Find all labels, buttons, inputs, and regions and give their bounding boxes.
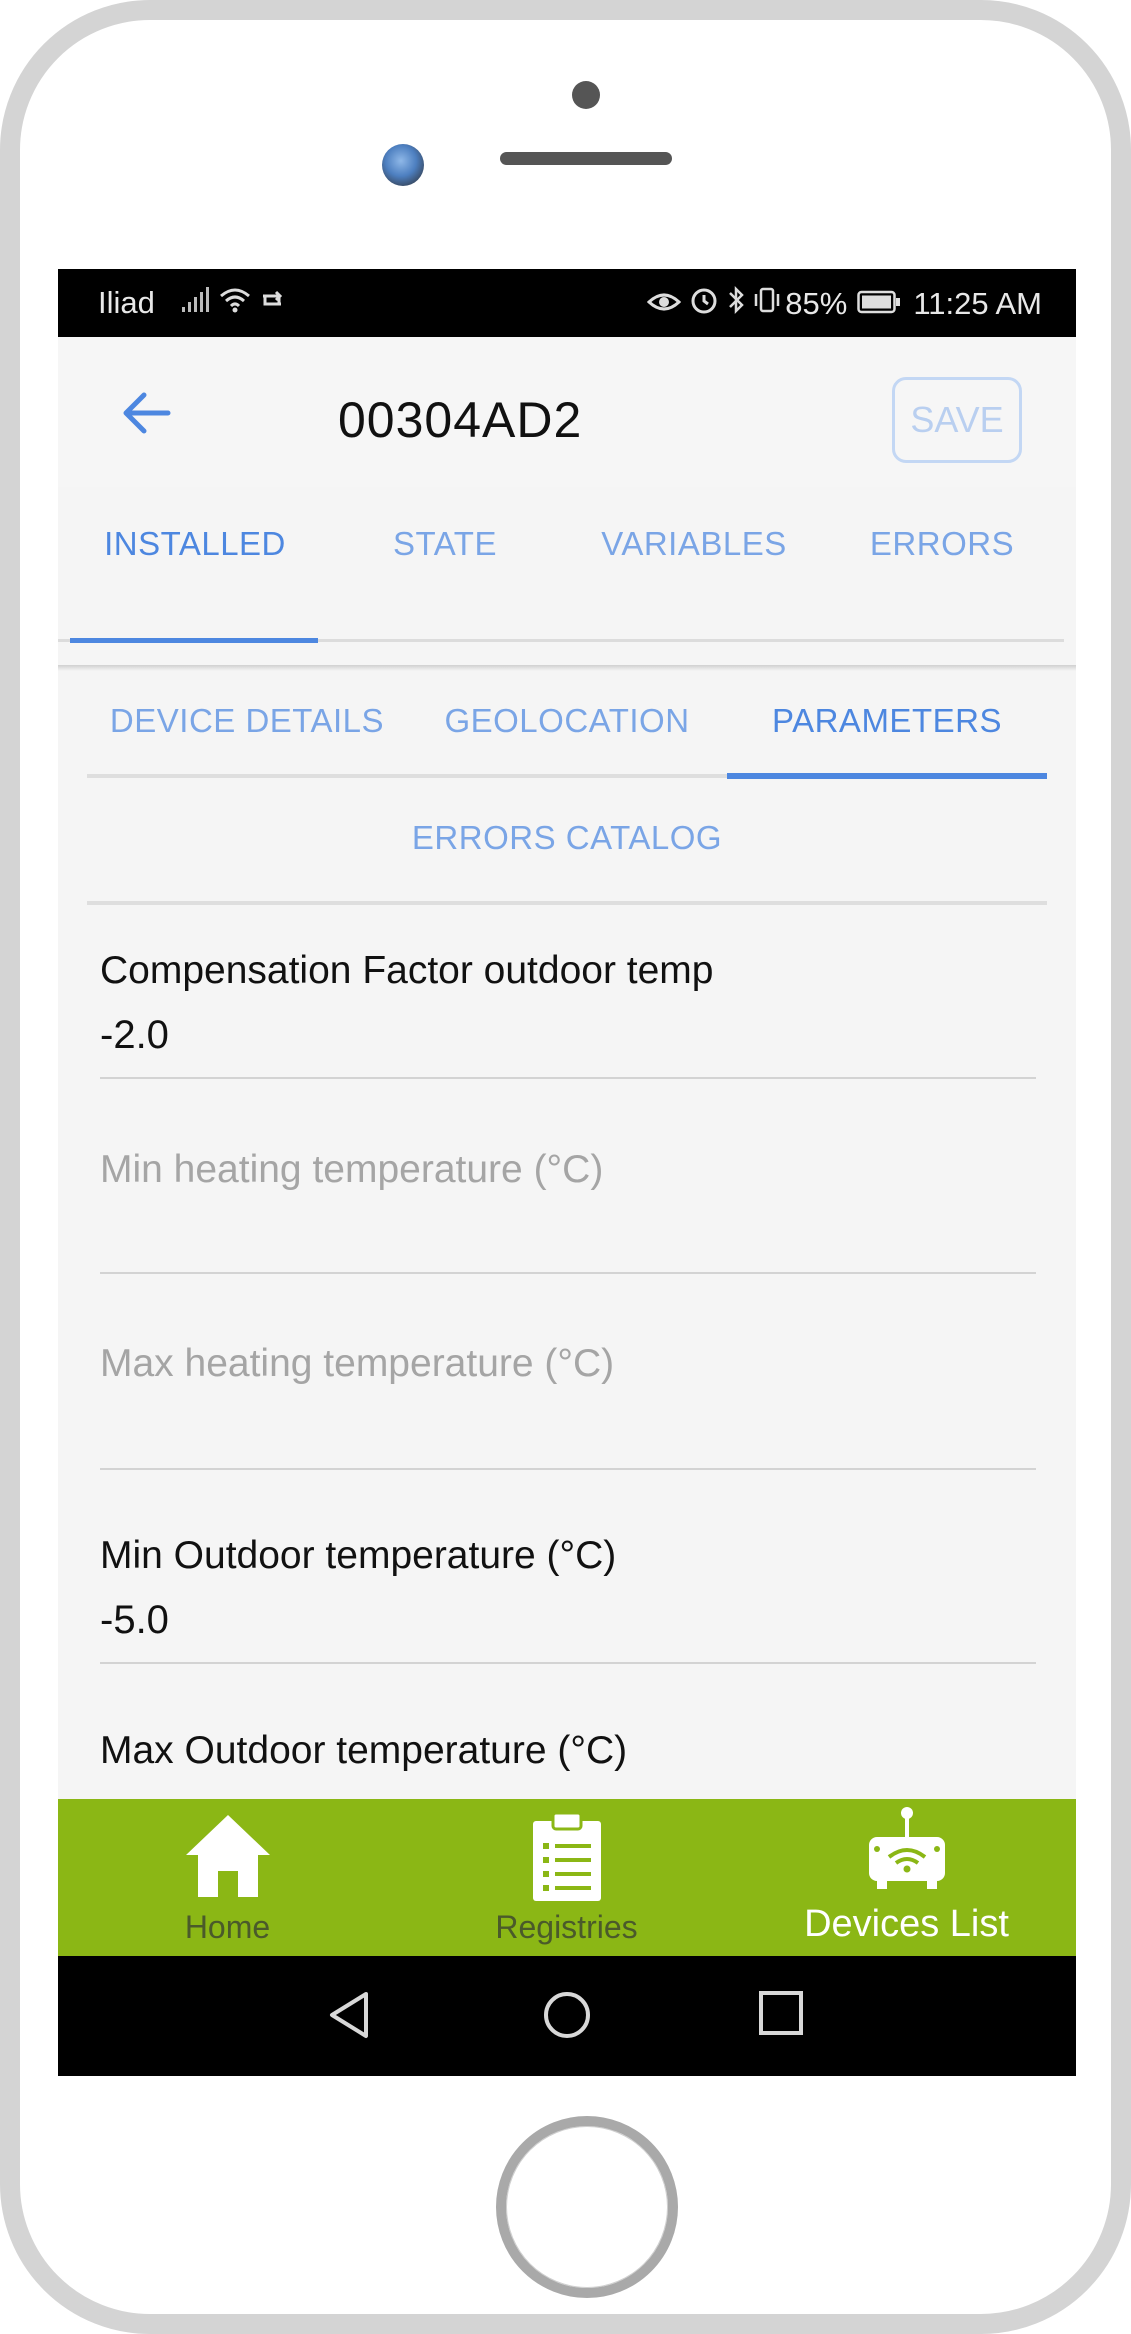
nav-home[interactable]: Home <box>58 1799 397 1956</box>
eye-icon <box>647 286 682 322</box>
nav-registries[interactable]: Registries <box>397 1799 736 1956</box>
param-compensation-factor[interactable]: Compensation Factor outdoor temp -2.0 <box>100 949 1036 1089</box>
back-triangle-icon[interactable] <box>326 1990 372 2045</box>
field-label: Max Outdoor temperature (°C) <box>100 1729 628 1772</box>
recents-square-icon[interactable] <box>758 1990 804 2041</box>
status-bar: Iliad 85% 11:25 AM <box>58 269 1076 337</box>
field-label: Min heating temperature (°C) <box>100 1148 604 1191</box>
field-underline <box>100 1272 1036 1274</box>
nav-devices-list-label: Devices List <box>804 1903 1009 1945</box>
param-max-outdoor-temp[interactable]: Max Outdoor temperature (°C) <box>100 1729 1036 1799</box>
router-icon <box>865 1805 949 1898</box>
field-label: Min Outdoor temperature (°C) <box>100 1534 617 1577</box>
battery-icon <box>857 286 901 322</box>
wifi-icon <box>219 285 251 321</box>
sub-tabs: DEVICE DETAILS GEOLOCATION PARAMETERS ER… <box>87 671 1047 921</box>
field-underline <box>100 1662 1036 1664</box>
nav-devices-list[interactable]: Devices List <box>737 1799 1076 1956</box>
tab-errors-catalog[interactable]: ERRORS CATALOG <box>87 779 1047 897</box>
alarm-icon <box>689 285 719 323</box>
hardware-home-button[interactable] <box>496 2116 678 2298</box>
nav-home-label: Home <box>184 1909 271 1945</box>
param-max-heating-temp[interactable]: Max heating temperature (°C) <box>100 1342 1036 1472</box>
back-arrow-icon[interactable] <box>120 389 172 437</box>
field-value[interactable]: -2.0 <box>100 1013 1036 1058</box>
tab-parameters[interactable]: PARAMETERS <box>727 671 1047 771</box>
field-value[interactable]: -5.0 <box>100 1598 1036 1643</box>
nav-registries-label: Registries <box>495 1909 638 1945</box>
clock: 11:25 AM <box>913 286 1042 321</box>
tab-state[interactable]: STATE <box>320 487 570 601</box>
field-underline <box>100 1077 1036 1079</box>
tab-device-details[interactable]: DEVICE DETAILS <box>87 671 407 771</box>
tab-geolocation[interactable]: GEOLOCATION <box>407 671 727 771</box>
main-tab-indicator <box>70 638 318 643</box>
home-icon <box>182 1811 274 1904</box>
sub-tab-indicator <box>727 773 1047 779</box>
signal-icon <box>181 285 211 321</box>
tab-errors[interactable]: ERRORS <box>818 487 1066 601</box>
sync-icon <box>259 285 285 321</box>
proximity-sensor <box>572 81 600 109</box>
tab-installed[interactable]: INSTALLED <box>70 487 320 601</box>
battery-percent: 85% <box>785 286 848 321</box>
device-title: 00304AD2 <box>338 392 583 448</box>
earpiece-speaker <box>500 152 672 165</box>
system-navigation-bar <box>58 1956 1076 2076</box>
app-bar: 00304AD2 SAVE <box>58 337 1076 487</box>
carrier-name: Iliad <box>98 285 155 320</box>
field-label: Max heating temperature (°C) <box>100 1342 615 1385</box>
main-tabs: INSTALLED STATE VARIABLES ERRORS <box>70 487 1064 617</box>
vibrate-icon <box>753 286 781 322</box>
tab-variables[interactable]: VARIABLES <box>570 487 818 601</box>
bluetooth-icon <box>727 285 745 323</box>
home-circle-icon[interactable] <box>542 1990 592 2045</box>
screen: Iliad 85% 11:25 AM 00304AD2 SAVE INSTALL… <box>58 269 1076 2076</box>
param-min-outdoor-temp[interactable]: Min Outdoor temperature (°C) -5.0 <box>100 1534 1036 1674</box>
save-button[interactable]: SAVE <box>892 377 1022 463</box>
field-label: Compensation Factor outdoor temp <box>100 949 714 992</box>
bottom-nav: Home Registries Devices List <box>58 1799 1076 1956</box>
front-camera <box>382 144 424 186</box>
errors-catalog-divider <box>87 901 1047 905</box>
param-min-heating-temp[interactable]: Min heating temperature (°C) <box>100 1148 1036 1278</box>
clipboard-icon <box>529 1811 605 1908</box>
field-underline <box>100 1468 1036 1470</box>
